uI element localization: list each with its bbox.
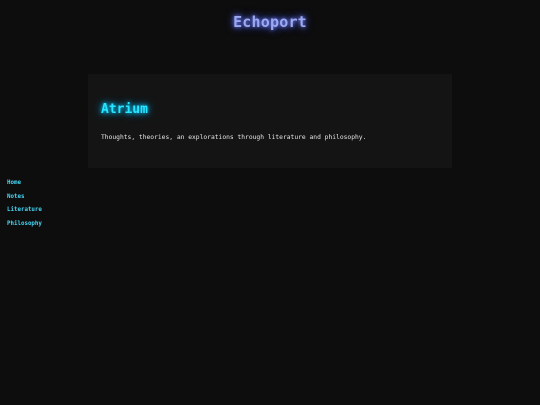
- page: Echoport Atrium Thoughts, theories, an e…: [0, 0, 540, 405]
- nav-item-philosophy[interactable]: Philosophy: [7, 219, 42, 233]
- side-nav: Home Notes Literature Philosophy: [7, 178, 42, 232]
- hero-title: Atrium: [101, 102, 148, 117]
- hero-panel: Atrium Thoughts, theories, an exploratio…: [88, 74, 452, 168]
- nav-item-literature[interactable]: Literature: [7, 205, 42, 219]
- nav-item-notes[interactable]: Notes: [7, 192, 42, 206]
- hero-description: Thoughts, theories, an explorations thro…: [101, 134, 367, 141]
- nav-item-home[interactable]: Home: [7, 178, 42, 192]
- site-title[interactable]: Echoport: [0, 13, 540, 31]
